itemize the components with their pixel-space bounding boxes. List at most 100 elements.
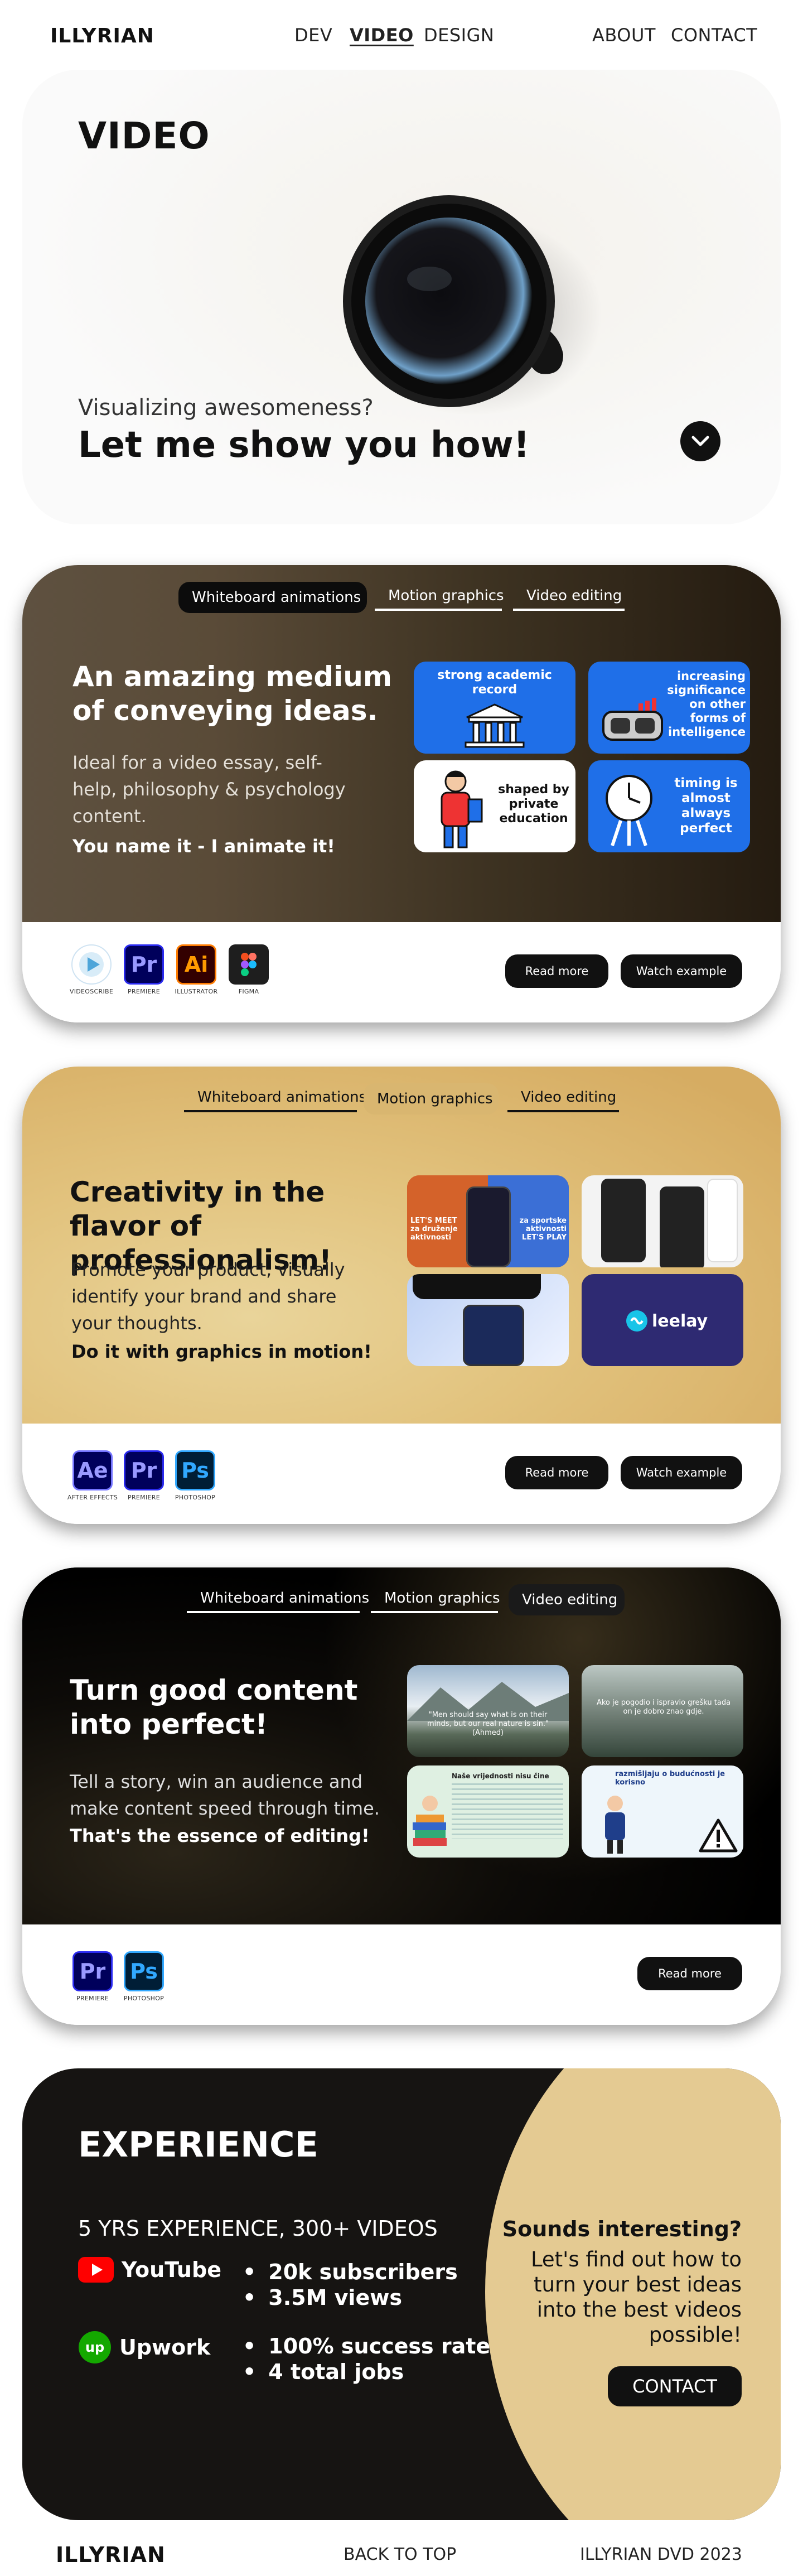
figma-icon: [229, 944, 269, 985]
video-editing-card: Whiteboard animations Motion graphics Vi…: [22, 1567, 781, 2025]
tab-bar: Whiteboard animations Motion graphics Vi…: [22, 1584, 781, 1618]
card-heading: Turn good content into perfect!: [70, 1674, 358, 1740]
experience-title: EXPERIENCE: [78, 2124, 318, 2165]
card-content: Whiteboard animations Motion graphics Vi…: [22, 565, 781, 922]
card-footer: Pr PREMIERE Ps PHOTOSHOP Read more: [22, 1924, 781, 2025]
upwork-platform: up Upwork: [78, 2331, 210, 2364]
stat-item: 20k subscribers: [243, 2259, 458, 2285]
nav-dev[interactable]: DEV: [294, 25, 332, 46]
thumbnail[interactable]: Ako je pogodio i ispravio grešku tada on…: [582, 1665, 743, 1757]
thumbnail[interactable]: timing is almost always perfect: [588, 760, 750, 852]
books-icon: [413, 1796, 447, 1846]
upwork-icon: up: [79, 2331, 111, 2363]
thumbnail-caption: strong academic record: [437, 668, 552, 697]
site-logo[interactable]: ILLYRIAN: [50, 25, 154, 47]
tab-whiteboard[interactable]: Whiteboard animations: [184, 1083, 366, 1112]
tab-editing[interactable]: Video editing: [509, 1584, 625, 1615]
tab-editing[interactable]: Video editing: [513, 582, 625, 611]
leelay-logo-icon: [626, 1310, 647, 1332]
thumbnail-caption: razmišljaju o budućnosti je korisno: [615, 1770, 725, 1787]
stat-item: 3.5M views: [243, 2285, 458, 2310]
read-more-button[interactable]: Read more: [505, 954, 608, 988]
telescope-clock-icon: [606, 775, 652, 846]
watch-example-button[interactable]: Watch example: [621, 1456, 742, 1489]
premiere-icon: Pr: [124, 944, 164, 985]
person-icon: [605, 1796, 625, 1854]
contact-button[interactable]: CONTACT: [608, 2366, 742, 2406]
hero-section: VIDEO Visualizing awesomeness? Let me sh…: [22, 70, 781, 524]
stat-item: 4 total jobs: [243, 2359, 490, 2385]
scroll-down-button[interactable]: [680, 421, 720, 461]
card-tagline: That's the essence of editing!: [70, 1825, 370, 1846]
hero-subtitle: Visualizing awesomeness?: [78, 395, 374, 421]
tab-editing[interactable]: Video editing: [507, 1083, 619, 1112]
card-heading: An amazing medium of conveying ideas.: [72, 660, 392, 727]
read-more-button[interactable]: Read more: [637, 1957, 742, 1990]
tab-whiteboard[interactable]: Whiteboard animations: [187, 1584, 369, 1613]
thumbnail[interactable]: Naše vrijednosti nisu čine: [407, 1765, 569, 1858]
after-effects-icon: Ae: [72, 1450, 113, 1490]
nav-contact[interactable]: CONTACT: [671, 25, 757, 46]
thumbnail-caption: increasing significance on other forms o…: [667, 669, 746, 739]
thumbnail[interactable]: razmišljaju o budućnosti je korisno: [582, 1765, 743, 1858]
warning-icon: [699, 1818, 738, 1853]
card-footer: VIDEOSCRIBE Pr PREMIERE Ai ILLUSTRATOR F…: [22, 922, 781, 1022]
experience-section: EXPERIENCE 5 YRS EXPERIENCE, 300+ VIDEOS…: [22, 2068, 781, 2520]
coffee-cup-image: [343, 195, 602, 416]
thumbnail[interactable]: LET'S MEET za druženje aktivnosti za spo…: [407, 1175, 569, 1267]
card-tagline: You name it - I animate it!: [72, 836, 335, 857]
watch-example-button[interactable]: Watch example: [621, 954, 742, 988]
photoshop-icon: Ps: [124, 1951, 164, 1991]
tool-caption: PHOTOSHOP: [175, 1494, 216, 1501]
footer: ILLYRIAN BACK TO TOP ILLYRIAN DVD 2023: [0, 2527, 803, 2576]
experience-summary: 5 YRS EXPERIENCE, 300+ VIDEOS: [78, 2216, 438, 2241]
youtube-platform: YouTube: [78, 2257, 221, 2283]
hero-headline: Let me show you how!: [78, 424, 530, 466]
thumbnail[interactable]: "Men should say what is on their minds, …: [407, 1665, 569, 1757]
youtube-icon: [78, 2257, 114, 2283]
whiteboard-card: Whiteboard animations Motion graphics Vi…: [22, 565, 781, 1022]
thumbnail[interactable]: shaped by private education: [414, 760, 575, 852]
card-description: Promote your product, visually identify …: [71, 1259, 345, 1334]
thumbnail[interactable]: [582, 1175, 743, 1267]
thumbnail[interactable]: increasing significance on other forms o…: [588, 662, 750, 754]
videoscribe-icon: [71, 944, 112, 985]
stat-item: 100% success rate: [243, 2333, 490, 2359]
card-description: Tell a story, win an audience and make c…: [70, 1771, 380, 1819]
thumbnail-caption: LET'S MEET za druženje aktivnosti: [410, 1217, 458, 1242]
premiere-icon: Pr: [72, 1951, 113, 1991]
card-description: Ideal for a video essay, self-help, phil…: [72, 752, 346, 827]
footer-logo[interactable]: ILLYRIAN: [56, 2543, 166, 2567]
thumbnail-caption: leelay: [652, 1311, 708, 1331]
thumbnail[interactable]: leelay: [582, 1274, 743, 1366]
upwork-stats: 100% success rate 4 total jobs: [243, 2333, 490, 2385]
copyright: ILLYRIAN DVD 2023: [580, 2545, 742, 2564]
tab-whiteboard[interactable]: Whiteboard animations: [178, 582, 367, 613]
page: ILLYRIAN DEV VIDEO DESIGN ABOUT CONTACT …: [0, 0, 803, 2576]
thumbnail[interactable]: strong academic record: [414, 662, 575, 754]
thumbnail-caption: Naše vrijednosti nisu čine: [452, 1772, 549, 1780]
premiere-icon: Pr: [124, 1450, 164, 1490]
nav-design[interactable]: DESIGN: [424, 25, 494, 46]
tool-caption: PHOTOSHOP: [123, 1995, 165, 2002]
student-icon: [441, 770, 483, 848]
thumbnail[interactable]: [407, 1274, 569, 1366]
card-content: Whiteboard animations Motion graphics Vi…: [22, 1567, 781, 1924]
nav-about[interactable]: ABOUT: [592, 25, 656, 46]
tab-bar: Whiteboard animations Motion graphics Vi…: [22, 1083, 781, 1117]
motion-graphics-card: Whiteboard animations Motion graphics Vi…: [22, 1067, 781, 1524]
nav-video[interactable]: VIDEO: [350, 25, 414, 46]
tab-motion[interactable]: Motion graphics: [375, 582, 504, 611]
thumbnail-caption: za sportske aktivnosti LET'S PLAY: [519, 1217, 567, 1242]
thumbnail-caption: Ako je pogodio i ispravio grešku tada on…: [596, 1699, 731, 1716]
read-more-button[interactable]: Read more: [505, 1456, 608, 1489]
back-to-top-link[interactable]: BACK TO TOP: [344, 2545, 456, 2564]
tool-caption: FIGMA: [238, 988, 259, 995]
illustrator-icon: Ai: [176, 944, 216, 985]
card-footer: Ae AFTER EFFECTS Pr PREMIERE Ps PHOTOSHO…: [22, 1424, 781, 1524]
cta-question: Sounds interesting?: [502, 2217, 742, 2241]
tab-motion[interactable]: Motion graphics: [364, 1083, 499, 1115]
vr-headset-icon: [602, 698, 663, 741]
tab-motion[interactable]: Motion graphics: [371, 1584, 500, 1613]
building-icon: [465, 703, 525, 748]
